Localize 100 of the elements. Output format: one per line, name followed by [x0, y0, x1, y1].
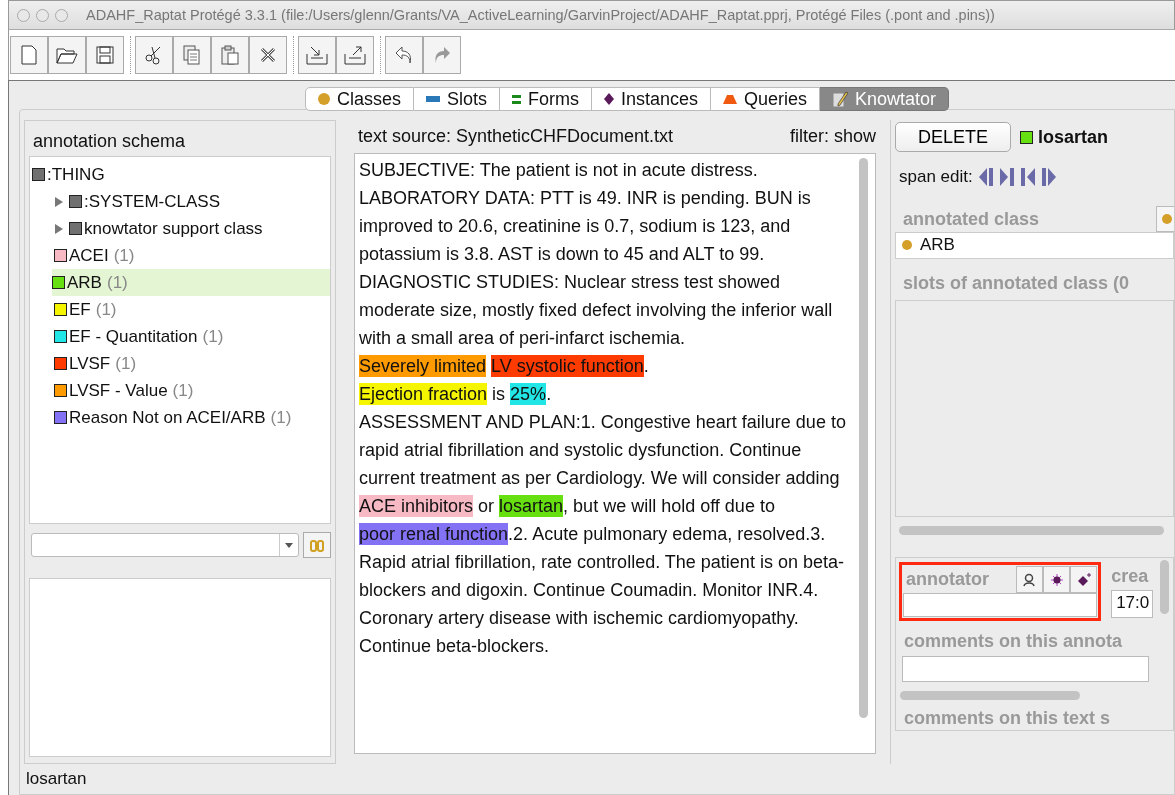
annotation-highlight[interactable]: LV systolic function	[491, 355, 644, 377]
scrollbar-thumb[interactable]	[859, 158, 868, 718]
circle-icon	[1162, 211, 1172, 224]
circle-icon	[902, 240, 912, 250]
tab[interactable]: Instances	[591, 87, 711, 111]
close-icon[interactable]	[17, 8, 30, 22]
count-label: (1)	[202, 326, 224, 347]
class-label: :SYSTEM-CLASS	[84, 191, 221, 212]
class-label: ARB	[67, 272, 102, 293]
count-label: (1)	[95, 299, 117, 320]
document-paragraph: LABORATORY DATA: PTT is 49. INR is pending. BUN is improved to 20.6, creatinine is 0.7, sodium is 123, and potassium is 3.8. AST is down to 45 and ALT to 99.	[359, 187, 812, 266]
grow-right-icon[interactable]	[998, 166, 1015, 188]
save-button[interactable]	[86, 36, 124, 74]
tray-in-icon	[306, 45, 328, 65]
shrink-left-icon[interactable]	[977, 166, 994, 188]
span-edit-label: span edit:	[899, 167, 973, 187]
annotation-highlight[interactable]: ACE inhibitors	[359, 495, 474, 517]
scrollbar-thumb[interactable]	[1160, 560, 1169, 614]
zoom-icon[interactable]	[55, 8, 68, 22]
annotator-button[interactable]	[1016, 566, 1044, 593]
tab[interactable]: Queries	[711, 87, 821, 111]
add-instance-button[interactable]	[1070, 566, 1098, 593]
equals-icon	[511, 94, 521, 104]
tree-item[interactable]: LVSF (1)	[30, 350, 330, 377]
diamond-icon	[1076, 572, 1091, 587]
cut-button[interactable]	[135, 36, 173, 74]
scrollbar-thumb[interactable]	[900, 690, 1080, 700]
person-icon	[1022, 572, 1037, 587]
count-label: (1)	[113, 245, 135, 266]
minimize-icon[interactable]	[36, 8, 49, 22]
class-label: ACEI	[69, 245, 109, 266]
pane-title: annotation schema	[32, 130, 187, 153]
document-text-area[interactable]	[354, 153, 876, 754]
undo-button[interactable]	[385, 36, 423, 74]
pages-icon	[183, 45, 201, 65]
annotation-highlight[interactable]: Severely limited	[359, 355, 487, 377]
filter-label: filter: show	[789, 126, 876, 147]
count-label: (1)	[106, 272, 128, 293]
document-paragraph: Ejection fraction is 25%.	[359, 382, 553, 407]
export-button[interactable]	[336, 36, 374, 74]
shrink-right-icon[interactable]	[1040, 166, 1057, 188]
scrollbar-thumb[interactable]	[899, 525, 1164, 535]
paste-button[interactable]	[211, 36, 249, 74]
created-label: crea	[1111, 565, 1150, 588]
delete-annotation-button[interactable]: DELETE	[895, 122, 1011, 152]
new-file-button[interactable]	[10, 36, 48, 74]
add-class-button[interactable]	[1156, 206, 1174, 232]
tree-item[interactable]: :SYSTEM-CLASS	[30, 188, 330, 215]
find-button[interactable]	[303, 532, 331, 558]
tree-item[interactable]: :THING	[30, 161, 330, 188]
expand-arrow-icon[interactable]	[55, 223, 63, 234]
new-annotator-button[interactable]	[1043, 566, 1071, 593]
selected-annotation-label: losartan	[1038, 126, 1109, 148]
tree-item[interactable]: EF - Quantitation (1)	[30, 323, 330, 350]
grow-left-icon[interactable]	[1019, 166, 1036, 188]
tray-out-icon	[344, 45, 366, 65]
circle-icon	[317, 93, 330, 105]
tab[interactable]: Slots	[413, 87, 500, 111]
open-folder-button[interactable]	[48, 36, 86, 74]
text-source-title: text source: SyntheticCHFDocument.txt	[358, 126, 674, 147]
class-label: EF	[69, 299, 91, 320]
class-label: LVSF - Value	[69, 380, 168, 401]
class-label: EF - Quantitation	[69, 326, 198, 347]
class-list-item[interactable]: ARB	[896, 233, 1173, 257]
annotation-highlight[interactable]: losartan	[499, 495, 564, 517]
tree-item[interactable]: EF (1)	[30, 296, 330, 323]
bar-icon	[425, 96, 440, 102]
count-label: (1)	[115, 353, 137, 374]
import-button[interactable]	[298, 36, 336, 74]
document-icon	[21, 45, 37, 65]
tree-item[interactable]: knowtator support class	[30, 215, 330, 242]
document-paragraph: ASSESSMENT AND PLAN:1. Congestive heart failure due to rapid atrial fibrillation and systolic dysfunction. Continue current treatment as per Cardiology. We will consider adding ACE inhibitors or losartan, but we will hold off due to poor renal function.2. Acute pulmonary edema, resolved.3. Rapid atrial fibrillation, rate controlled. The patient is on beta-blockers and digoxin. Continue Coumadin. Monitor INR.4. Coronary artery disease with ischemic cardiomyopathy. Continue beta-blockers.	[359, 411, 847, 658]
tree-item[interactable]: Reason Not on ACEI/ARB (1)	[30, 404, 330, 431]
annotation-highlight[interactable]: poor renal function	[359, 523, 509, 545]
created-field[interactable]: 17:0	[1111, 590, 1153, 618]
annotation-highlight[interactable]: Ejection fraction	[359, 383, 488, 405]
trapezoid-icon	[723, 94, 737, 104]
expand-arrow-icon[interactable]	[55, 196, 63, 207]
tree-item[interactable]: ACEI (1)	[30, 242, 330, 269]
comments-label: comments on this annota	[903, 631, 1124, 652]
delete-button[interactable]	[249, 36, 287, 74]
comments-field[interactable]	[902, 656, 1149, 682]
clipboard-icon	[221, 45, 239, 65]
text-comments-label: comments on this text s	[903, 707, 1112, 730]
document-paragraph: DIAGNOSTIC STUDIES: Nuclear stress test showed moderate size, mostly fixed defect involving the inferior wall with a small area of peri-infarct ischemia. Severely limited LV systolic function.	[359, 271, 834, 379]
redo-button[interactable]	[423, 36, 461, 74]
annotator-field[interactable]	[903, 593, 1098, 617]
window-title: ADAHF_Raptat Protégé 3.3.1 (file:/Users/glenn/Grants/VA_ActiveLearning/GarvinProject/ADAHF_Raptat.pprj, Protégé Files (.pont and .pins))	[86, 7, 995, 23]
annotation-highlight[interactable]: 25%	[510, 383, 547, 405]
x-icon	[259, 46, 277, 64]
tab[interactable]: Classes	[304, 87, 414, 111]
caret-icon[interactable]	[285, 542, 293, 548]
class-label: LVSF	[69, 353, 111, 374]
sparkle-icon	[1048, 571, 1065, 588]
tree-item[interactable]: ARB (1)	[52, 269, 330, 296]
tree-item[interactable]: LVSF - Value (1)	[30, 377, 330, 404]
tab[interactable]: Knowtator	[820, 87, 950, 111]
binoculars-icon	[310, 538, 324, 552]
tab[interactable]: Forms	[499, 87, 592, 111]
class-label: knowtator support class	[84, 218, 263, 239]
